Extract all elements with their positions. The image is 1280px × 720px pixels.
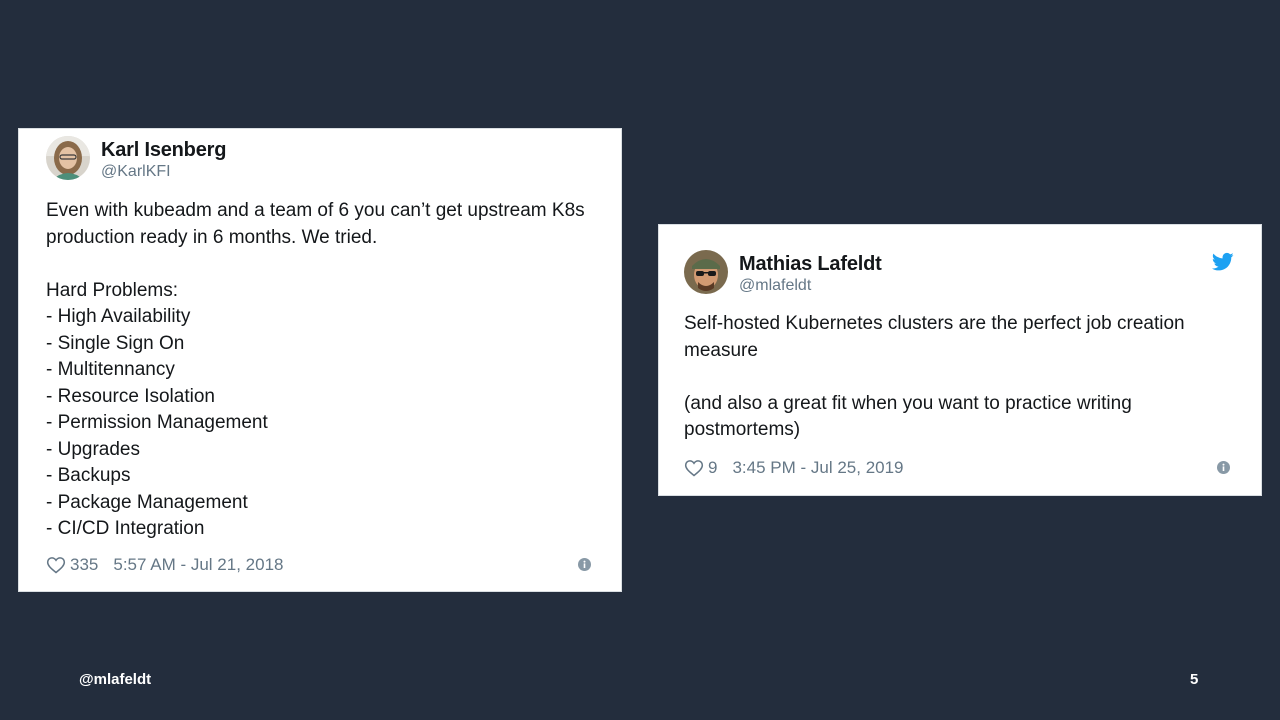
slide-page-number: 5 [1190,671,1199,688]
display-name[interactable]: Karl Isenberg [101,138,226,162]
display-name[interactable]: Mathias Lafeldt [739,252,882,276]
like-count: 335 [70,555,99,574]
tweet-card-karl-isenberg: Karl Isenberg @KarlKFI Even with kubeadm… [18,128,622,592]
twitter-bird-icon[interactable] [1211,252,1234,272]
tweet-text: Self-hosted Kubernetes clusters are the … [684,313,1185,440]
user-handle[interactable]: @KarlKFI [101,162,226,182]
info-icon[interactable] [578,558,591,571]
tweet-header: Mathias Lafeldt @mlafeldt [684,250,882,296]
tweet-footer: 9 3:45 PM - Jul 25, 2019 [684,456,904,480]
tweet-timestamp[interactable]: 3:45 PM - Jul 25, 2019 [732,458,903,478]
tweet-card-mathias-lafeldt: Mathias Lafeldt @mlafeldt Self-hosted Ku… [658,224,1262,496]
slide-footer-handle: @mlafeldt [79,671,152,688]
heart-icon[interactable] [684,458,704,478]
heart-icon[interactable] [46,555,66,575]
tweet-timestamp[interactable]: 5:57 AM - Jul 21, 2018 [113,555,283,575]
tweet-text: Even with kubeadm and a team of 6 you ca… [46,200,585,539]
avatar[interactable] [684,250,728,294]
avatar[interactable] [46,136,90,180]
tweet-header: Karl Isenberg @KarlKFI [46,136,226,182]
tweet-footer: 335 5:57 AM - Jul 21, 2018 [46,553,283,577]
info-icon[interactable] [1217,461,1230,474]
user-handle[interactable]: @mlafeldt [739,276,882,296]
like-count: 9 [708,458,718,477]
